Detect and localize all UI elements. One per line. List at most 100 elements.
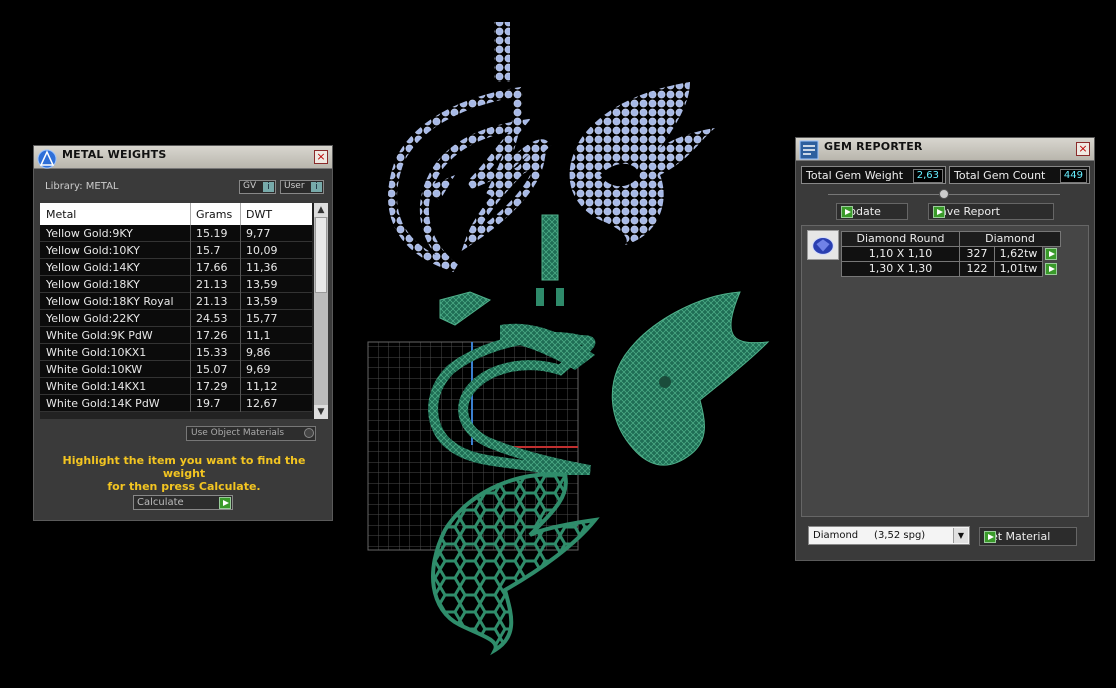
gem-reporter-panel: GEM REPORTER × Total Gem Weight 2,63 Tot…: [795, 137, 1095, 561]
gem-row-size[interactable]: 1,30 X 1,30: [841, 261, 960, 277]
grams-cell: 17.26: [196, 329, 228, 342]
metal-name-cell: Yellow Gold:22KY: [46, 312, 140, 325]
total-gem-count: Total Gem Count 449: [949, 166, 1090, 184]
table-row[interactable]: Yellow Gold:22KY 24.53 15,77: [40, 310, 312, 327]
grams-cell: 15.33: [196, 346, 228, 359]
dwt-cell: 11,36: [246, 261, 278, 274]
save-report-button[interactable]: Save Report: [928, 203, 1054, 220]
instruction-line-2: for then press Calculate.: [107, 480, 261, 493]
table-row[interactable]: White Gold:9K PdW 17.26 11,1: [40, 327, 312, 344]
user-toggle-label: User: [284, 181, 305, 191]
calculate-label: Calculate: [137, 497, 184, 508]
gem-row-weight: 1,62tw: [994, 246, 1043, 262]
table-row[interactable]: White Gold:10KW 15.07 9,69: [40, 361, 312, 378]
update-button[interactable]: Update: [836, 203, 908, 220]
total-gem-count-label: Total Gem Count: [954, 169, 1046, 182]
metal-weights-titlebar[interactable]: METAL WEIGHTS ×: [34, 146, 332, 169]
grams-cell: 15.7: [196, 244, 221, 257]
dwt-cell: 13,59: [246, 295, 278, 308]
metal-table-body: Yellow Gold:9KY 15.19 9,77 Yellow Gold:10KY…: [40, 225, 312, 412]
chevron-down-icon: ▼: [953, 528, 968, 543]
gem-row-count: 327: [959, 246, 995, 262]
grams-cell: 21.13: [196, 278, 228, 291]
table-row[interactable]: White Gold:14KX1 17.29 11,12: [40, 378, 312, 395]
column-header-dwt[interactable]: DWT: [246, 208, 272, 221]
select-row-arrow-icon[interactable]: [1045, 263, 1057, 275]
gem-row-size[interactable]: 1,10 X 1,10: [841, 246, 960, 262]
info-icon: i: [311, 182, 322, 192]
table-row[interactable]: White Gold:14K PdW 19.7 12,67: [40, 395, 312, 412]
grams-cell: 21.13: [196, 295, 228, 308]
metal-table: Metal Grams DWT Yellow Gold:9KY 15.19 9,77…: [40, 203, 328, 419]
metal-weights-panel: METAL WEIGHTS × Library: METAL GV i User…: [33, 145, 333, 521]
app-logo-icon: [37, 149, 57, 169]
total-gem-weight: Total Gem Weight 2,63: [801, 166, 946, 184]
total-gem-weight-value: 2,63: [912, 169, 943, 183]
dwt-cell: 13,59: [246, 278, 278, 291]
table-row[interactable]: Yellow Gold:18KY 21.13 13,59: [40, 276, 312, 293]
metal-name-cell: White Gold:10KW: [46, 363, 143, 376]
slider-handle[interactable]: [939, 189, 949, 199]
dwt-cell: 9,86: [246, 346, 271, 359]
gem-row-count: 122: [959, 261, 995, 277]
library-label: Library: METAL: [45, 181, 119, 192]
use-object-materials-toggle[interactable]: Use Object Materials: [186, 426, 316, 441]
material-select[interactable]: Diamond (3,52 spg) ▼: [808, 526, 970, 545]
grams-cell: 17.29: [196, 380, 228, 393]
dwt-cell: 10,09: [246, 244, 278, 257]
table-row[interactable]: Yellow Gold:9KY 15.19 9,77: [40, 225, 312, 242]
material-select-value: Diamond (3,52 spg): [813, 530, 926, 541]
info-icon: i: [263, 182, 274, 192]
metal-name-cell: White Gold:14K PdW: [46, 397, 160, 410]
calculate-button[interactable]: Calculate: [133, 495, 233, 510]
set-material-button[interactable]: Set Material: [979, 527, 1077, 546]
total-gem-count-value: 449: [1059, 169, 1087, 183]
gem-reporter-titlebar[interactable]: GEM REPORTER ×: [796, 138, 1094, 161]
table-row[interactable]: Yellow Gold:10KY 15.7 10,09: [40, 242, 312, 259]
use-object-materials-label: Use Object Materials: [191, 428, 285, 438]
play-arrow-icon: [984, 531, 996, 543]
instruction-line-1: Highlight the item you want to find the …: [62, 454, 306, 480]
dwt-cell: 15,77: [246, 312, 278, 325]
select-row-arrow-icon[interactable]: [1045, 248, 1057, 260]
metal-name-cell: Yellow Gold:9KY: [46, 227, 133, 240]
gv-toggle-label: GV: [243, 181, 257, 191]
gem-row-weight: 1,01tw: [994, 261, 1043, 277]
scroll-thumb[interactable]: [315, 217, 327, 293]
metal-table-header: Metal Grams DWT: [40, 203, 312, 225]
gem-reporter-title: GEM REPORTER: [824, 140, 923, 153]
metal-name-cell: White Gold:9K PdW: [46, 329, 153, 342]
grams-cell: 15.19: [196, 227, 228, 240]
grams-cell: 19.7: [196, 397, 221, 410]
gv-toggle[interactable]: GV i: [239, 180, 276, 194]
metal-name-cell: Yellow Gold:10KY: [46, 244, 140, 257]
table-row[interactable]: Yellow Gold:18KY Royal 21.13 13,59: [40, 293, 312, 310]
close-icon[interactable]: ×: [1076, 142, 1090, 156]
metal-name-cell: White Gold:14KX1: [46, 380, 147, 393]
column-header-grams[interactable]: Grams: [196, 208, 232, 221]
column-header-metal[interactable]: Metal: [46, 208, 76, 221]
metal-name-cell: White Gold:10KX1: [46, 346, 147, 359]
scroll-up-icon[interactable]: ▲: [314, 203, 328, 217]
dwt-cell: 11,1: [246, 329, 271, 342]
dwt-cell: 12,67: [246, 397, 278, 410]
dwt-cell: 11,12: [246, 380, 278, 393]
diamond-round-icon[interactable]: [807, 230, 839, 260]
radio-icon: [304, 428, 314, 438]
dwt-cell: 9,77: [246, 227, 271, 240]
scroll-down-icon[interactable]: ▼: [314, 405, 328, 419]
play-arrow-icon: [841, 206, 853, 218]
table-row[interactable]: White Gold:10KX1 15.33 9,86: [40, 344, 312, 361]
total-gem-weight-label: Total Gem Weight: [806, 169, 904, 182]
user-toggle[interactable]: User i: [280, 180, 324, 194]
close-icon[interactable]: ×: [314, 150, 328, 164]
metal-table-scrollbar[interactable]: ▲ ▼: [314, 203, 328, 419]
gem-header-material: Diamond: [959, 231, 1061, 247]
metal-name-cell: Yellow Gold:18KY: [46, 278, 140, 291]
play-arrow-icon: [219, 497, 231, 509]
metal-weights-title: METAL WEIGHTS: [62, 148, 167, 161]
gem-header-shape: Diamond Round: [841, 231, 960, 247]
gem-list-area: Diamond Round Diamond 1,10 X 1,10 327 1,…: [801, 225, 1089, 517]
table-row[interactable]: Yellow Gold:14KY 17.66 11,36: [40, 259, 312, 276]
play-arrow-icon: [933, 206, 945, 218]
